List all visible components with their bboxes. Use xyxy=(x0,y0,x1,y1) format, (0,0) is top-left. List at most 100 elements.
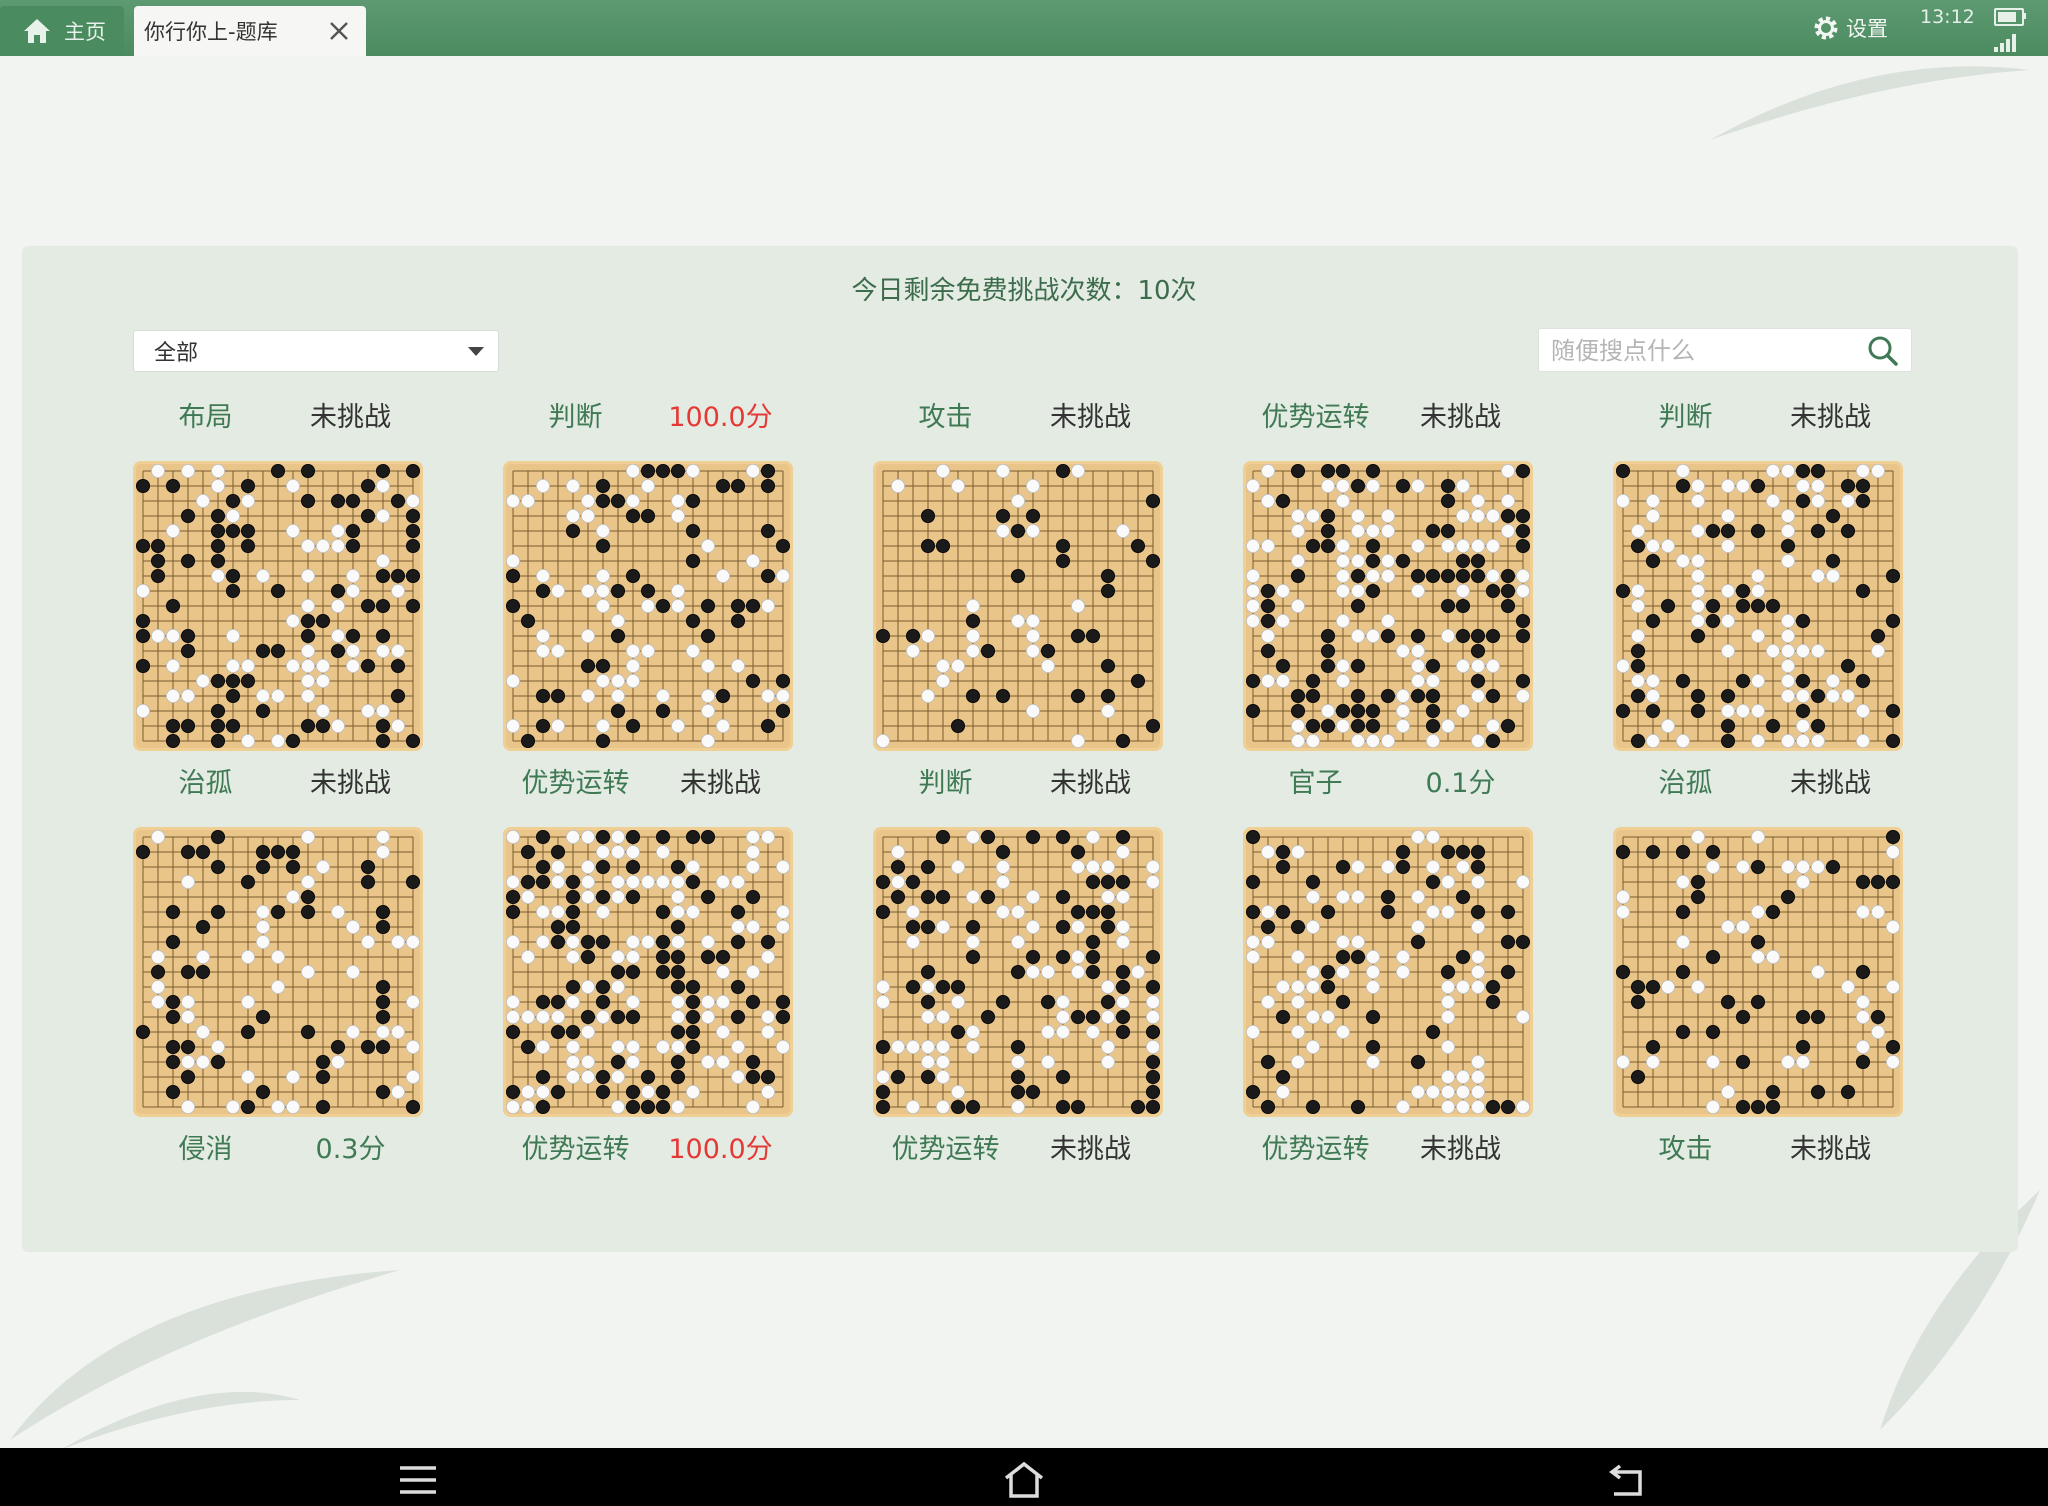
black-stone xyxy=(241,1024,256,1039)
go-board-thumbnail[interactable] xyxy=(1613,461,1903,751)
settings-button[interactable]: 设置 xyxy=(1812,6,1888,50)
go-board-thumbnail[interactable] xyxy=(873,461,1163,751)
tab-problem-bank[interactable]: 你行你上-题库 xyxy=(134,6,366,56)
black-stone xyxy=(1485,628,1500,643)
white-stone xyxy=(520,1009,535,1024)
black-stone xyxy=(581,658,596,673)
black-stone xyxy=(1395,860,1410,875)
black-stone xyxy=(626,1099,641,1114)
white-stone xyxy=(700,994,715,1009)
white-stone xyxy=(626,494,641,509)
white-stone xyxy=(1455,539,1470,554)
white-stone xyxy=(876,979,890,994)
white-stone xyxy=(760,1084,775,1099)
white-stone xyxy=(551,875,566,890)
problem-card[interactable]: 优势运转 未挑战 xyxy=(1243,401,1533,433)
black-stone xyxy=(655,1084,670,1099)
white-stone xyxy=(936,1039,951,1054)
white-stone xyxy=(1691,979,1706,994)
black-stone xyxy=(285,733,300,748)
white-stone xyxy=(626,844,641,859)
search-icon[interactable] xyxy=(1867,335,1899,367)
black-stone xyxy=(375,920,390,935)
go-board-grid xyxy=(136,830,420,1114)
black-stone xyxy=(611,1009,626,1024)
go-board-thumbnail[interactable] xyxy=(503,827,793,1117)
go-board-thumbnail[interactable] xyxy=(873,827,1163,1117)
black-stone xyxy=(1825,554,1840,569)
white-stone xyxy=(330,1054,345,1069)
black-stone xyxy=(596,890,611,905)
black-stone xyxy=(1515,935,1530,950)
close-icon[interactable] xyxy=(326,18,352,44)
white-stone xyxy=(390,584,405,599)
search-input[interactable] xyxy=(1539,329,1853,373)
white-stone xyxy=(1260,539,1275,554)
white-stone xyxy=(1855,733,1870,748)
white-stone xyxy=(136,703,150,718)
white-stone xyxy=(1440,875,1455,890)
white-stone xyxy=(1410,920,1425,935)
black-stone xyxy=(1515,464,1530,478)
problem-card[interactable]: 判断 100.0分 xyxy=(503,401,793,433)
white-stone xyxy=(906,905,921,920)
problem-card[interactable]: 优势运转 100.0分 xyxy=(503,827,793,1165)
white-stone xyxy=(1410,478,1425,493)
white-stone xyxy=(315,539,330,554)
problem-card[interactable]: 攻击 未挑战 xyxy=(873,401,1163,433)
problem-card[interactable]: 优势运转 未挑战 xyxy=(1243,827,1533,1165)
white-stone xyxy=(581,979,596,994)
white-stone xyxy=(581,1069,596,1084)
problem-status: 100.0分 xyxy=(668,402,773,433)
problem-card[interactable]: 侵消 0.3分 xyxy=(133,827,423,1165)
go-board-thumbnail[interactable] xyxy=(1243,461,1533,751)
white-stone xyxy=(375,844,390,859)
go-board-thumbnail[interactable] xyxy=(1243,827,1533,1117)
problem-card[interactable]: 判断 未挑战 xyxy=(1613,401,1903,433)
problem-card[interactable]: 优势运转 未挑战 xyxy=(503,461,793,799)
problem-card[interactable]: 官子 0.1分 xyxy=(1243,461,1533,799)
go-board-thumbnail[interactable] xyxy=(1613,827,1903,1117)
black-stone xyxy=(730,1009,745,1024)
problem-card[interactable]: 判断 未挑战 xyxy=(873,461,1163,799)
black-stone xyxy=(1825,860,1840,875)
white-stone xyxy=(1291,598,1306,613)
white-stone xyxy=(300,875,315,890)
white-stone xyxy=(1351,935,1366,950)
black-stone xyxy=(1395,554,1410,569)
black-stone xyxy=(581,1009,596,1024)
white-stone xyxy=(1395,688,1410,703)
black-stone xyxy=(1321,628,1336,643)
black-stone xyxy=(715,478,730,493)
problem-card[interactable]: 治孤 未挑战 xyxy=(133,461,423,799)
white-stone xyxy=(520,1099,535,1114)
menu-icon[interactable] xyxy=(396,1460,440,1500)
black-stone xyxy=(921,964,936,979)
problem-card[interactable]: 优势运转 未挑战 xyxy=(873,827,1163,1165)
white-stone xyxy=(1260,464,1275,478)
white-stone xyxy=(745,830,760,844)
white-stone xyxy=(1885,1054,1900,1069)
black-stone xyxy=(670,950,685,965)
white-stone xyxy=(730,1069,745,1084)
white-stone xyxy=(1780,860,1795,875)
home-nav-icon[interactable] xyxy=(1002,1460,1046,1500)
system-nav-bar xyxy=(0,1448,2048,1506)
white-stone xyxy=(1040,1024,1055,1039)
problem-card[interactable]: 布局 未挑战 xyxy=(133,401,423,433)
problem-card[interactable]: 攻击 未挑战 xyxy=(1613,827,1903,1165)
go-board-thumbnail[interactable] xyxy=(133,461,423,751)
tab-home[interactable]: 主页 xyxy=(0,6,124,56)
white-stone xyxy=(1306,1039,1321,1054)
go-board-thumbnail[interactable] xyxy=(133,827,423,1117)
white-stone xyxy=(670,905,685,920)
black-stone xyxy=(1646,613,1661,628)
go-board-thumbnail[interactable] xyxy=(503,461,793,751)
white-stone xyxy=(1885,844,1900,859)
back-icon[interactable] xyxy=(1606,1460,1650,1500)
category-dropdown[interactable]: 全部 xyxy=(133,330,499,372)
black-stone xyxy=(655,598,670,613)
problem-card[interactable]: 治孤 未挑战 xyxy=(1613,461,1903,799)
white-stone xyxy=(1691,569,1706,584)
white-stone xyxy=(345,658,360,673)
